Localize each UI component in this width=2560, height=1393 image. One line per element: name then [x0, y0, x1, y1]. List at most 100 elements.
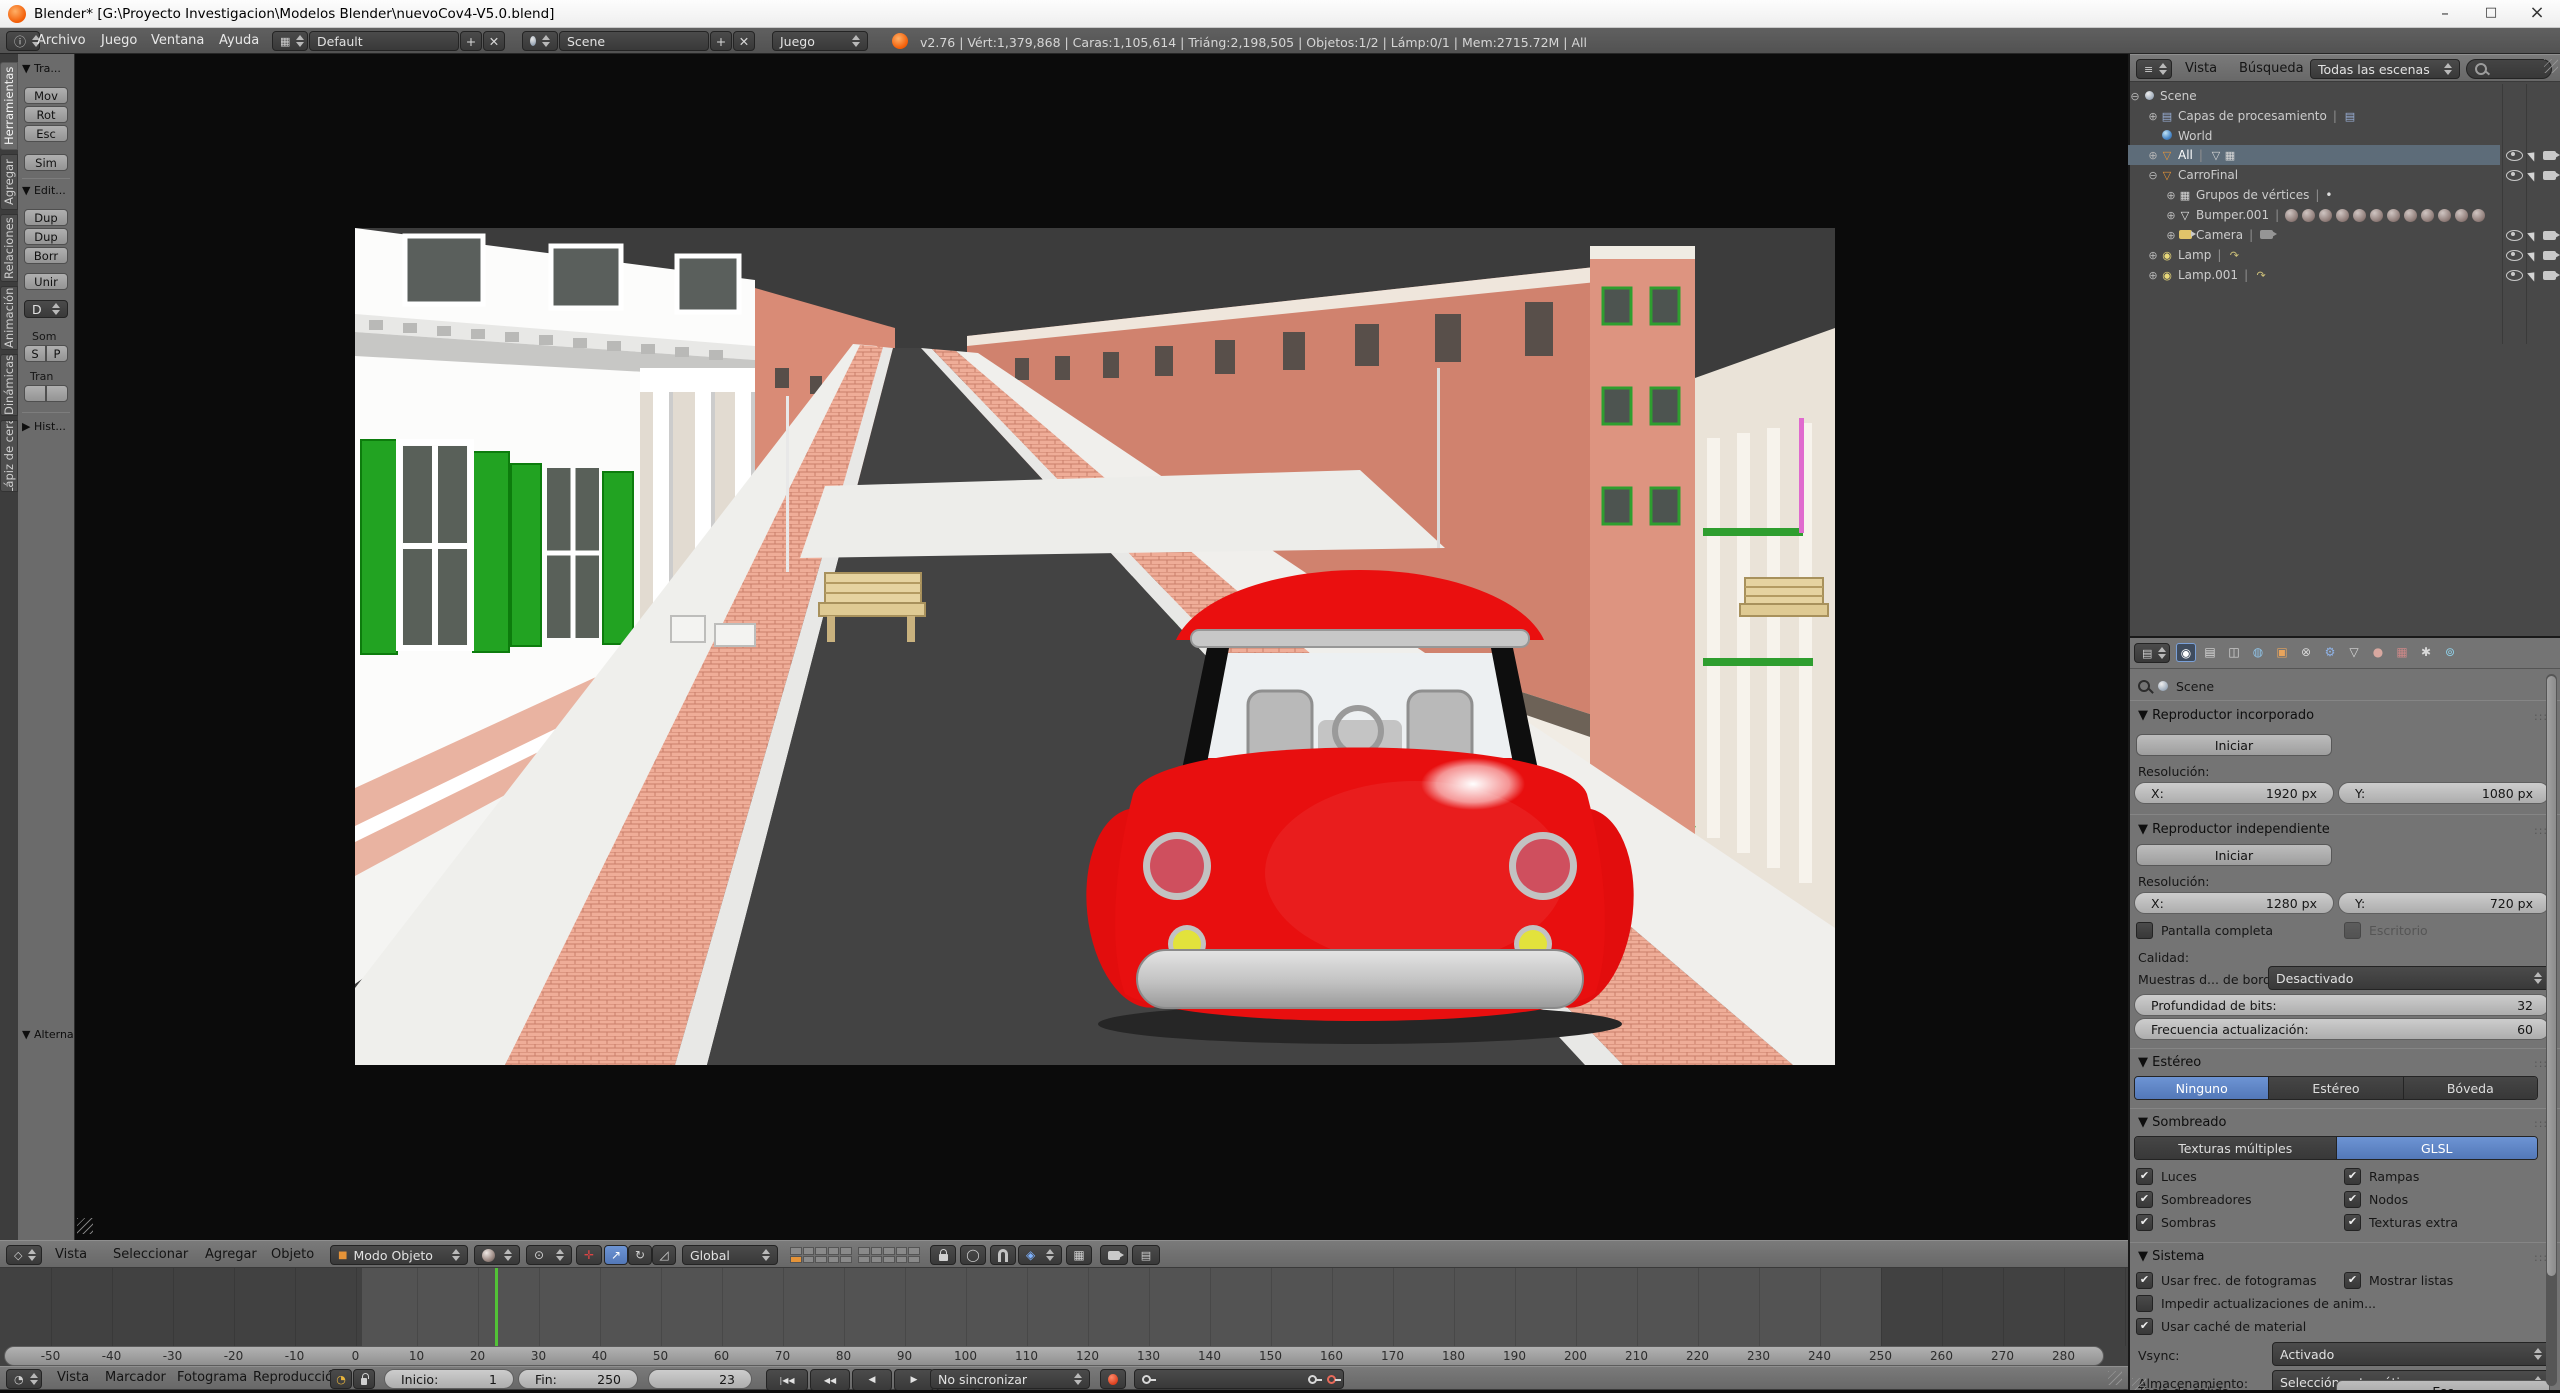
outliner-row-carrofinal[interactable]: ⊖ ▽ CarroFinal	[2128, 165, 2560, 185]
glsl-button[interactable]: GLSL	[2337, 1137, 2538, 1159]
outliner-row-lamp-001[interactable]: ⊕ ◉ Lamp.001 | ↷	[2128, 265, 2560, 285]
expander-icon[interactable]: ⊕	[2146, 110, 2160, 123]
play-button[interactable]: ▶	[894, 1369, 934, 1391]
frame-start-field[interactable]: Inicio:1	[384, 1369, 514, 1389]
camera-toggle-icon[interactable]	[2543, 151, 2556, 160]
outliner-filter-selector[interactable]: Todas las escenas	[2310, 59, 2460, 79]
menu-archivo[interactable]: Archivo	[28, 28, 95, 54]
editor-type-dropdown-3d[interactable]: ◇	[6, 1245, 42, 1265]
delete-button[interactable]: Borr	[24, 247, 68, 264]
editor-type-dropdown-outliner[interactable]: ≡	[2136, 59, 2172, 79]
viewport-scene[interactable]	[355, 228, 1835, 1065]
lock-to-scene-button[interactable]	[930, 1245, 956, 1265]
ramps-checkbox[interactable]: ✔ Rampas	[2344, 1168, 2419, 1185]
standalone-start-button[interactable]: Iniciar	[2136, 844, 2332, 866]
tab-relaciones[interactable]: Relaciones	[0, 214, 18, 282]
expander-icon[interactable]: ⊕	[2146, 249, 2160, 262]
opengl-render-button[interactable]	[1100, 1245, 1128, 1265]
eye-icon[interactable]	[2506, 170, 2523, 181]
duplicate-button[interactable]: Dup	[24, 209, 68, 226]
shade-smooth-button[interactable]: S	[24, 345, 46, 362]
outliner-row-scene[interactable]: ⊖ Scene	[2128, 86, 2560, 106]
scene-icon-button[interactable]	[522, 31, 558, 51]
refresh-rate-slider[interactable]: Frecuencia actualización:60	[2134, 1018, 2550, 1040]
layers-widget[interactable]	[790, 1247, 852, 1263]
bench-right[interactable]	[1740, 578, 1828, 616]
expander-icon[interactable]: ⊕	[2164, 209, 2178, 222]
current-frame-field[interactable]: 23	[648, 1369, 752, 1389]
rotate-manipulator-button[interactable]: ↻	[628, 1245, 652, 1265]
delete-keyframe-icon[interactable]	[1327, 1375, 1336, 1384]
panel-standalone-header[interactable]: ▼ Reproductor independiente	[2138, 822, 2330, 837]
stereo-dome-button[interactable]: Bóveda	[2404, 1077, 2537, 1099]
shading-selector[interactable]	[474, 1245, 520, 1265]
tab-animacion[interactable]: Animación	[0, 286, 18, 350]
pivot-selector[interactable]: ⊙	[526, 1245, 572, 1265]
lamp-post-right[interactable]	[1437, 368, 1440, 548]
scene-close-button[interactable]: ✕	[733, 31, 755, 51]
editor-type-dropdown-timeline[interactable]: ◔	[6, 1369, 42, 1389]
jump-start-button[interactable]: |◀◀	[766, 1369, 808, 1391]
rotate-button[interactable]: Rot	[24, 106, 68, 123]
close-button[interactable]: ×	[2514, 0, 2560, 28]
cursor-icon[interactable]	[2527, 229, 2539, 241]
prev-keyframe-button[interactable]: ◀◀	[810, 1369, 850, 1391]
panel-system-header[interactable]: ▼ Sistema	[2138, 1249, 2205, 1264]
cursor-icon[interactable]	[2527, 149, 2539, 161]
join-button[interactable]: Unir	[24, 273, 68, 290]
nodes-checkbox[interactable]: ✔ Nodos	[2344, 1191, 2408, 1208]
timeline-canvas[interactable]	[0, 1268, 2128, 1346]
timeline-ruler[interactable]: -50-40-30-20-100102030405060708090100110…	[0, 1346, 2128, 1366]
mode-selector[interactable]: ■ Modo Objeto	[330, 1245, 468, 1265]
origin-dropdown[interactable]: D	[24, 300, 68, 318]
fullscreen-checkbox[interactable]: Pantalla completa	[2136, 922, 2273, 939]
snap-grid-button[interactable]: ▦	[1066, 1245, 1092, 1265]
stereo-none-button[interactable]: Ninguno	[2135, 1077, 2269, 1099]
camera-toggle-icon[interactable]	[2543, 271, 2556, 280]
menu-ayuda[interactable]: Ayuda	[210, 28, 268, 54]
embedded-res-x[interactable]: X:1920 px	[2134, 782, 2334, 804]
panel-alterna-header[interactable]: ▼ Alterna	[22, 1028, 74, 1041]
panel-shading-header[interactable]: ▼ Sombreado	[2138, 1115, 2227, 1130]
proportional-edit-button[interactable]: ◯	[960, 1245, 986, 1265]
multitexture-button[interactable]: Texturas múltiples	[2135, 1137, 2337, 1159]
insert-keyframe-icon[interactable]	[1308, 1375, 1317, 1384]
desktop-checkbox[interactable]: Escritorio	[2344, 922, 2428, 939]
eye-icon[interactable]	[2506, 150, 2523, 161]
embedded-res-y[interactable]: Y:1080 px	[2338, 782, 2550, 804]
expander-icon[interactable]: ⊖	[2128, 90, 2142, 103]
lamp-post-left[interactable]	[786, 396, 789, 572]
outliner-row-vertex-groups[interactable]: ⊕ ▦ Grupos de vértices | •	[2128, 185, 2560, 205]
manipulator-toggle[interactable]: ✛	[576, 1245, 602, 1265]
outliner-row-all[interactable]: ⊕ ▽ All | ▽ ▦	[2128, 145, 2500, 165]
tab-physics[interactable]: ⊚	[2440, 643, 2460, 662]
menu-juego[interactable]: Juego	[92, 28, 146, 54]
preview-range-button[interactable]: ◔	[330, 1369, 352, 1389]
shadows-checkbox[interactable]: ✔ Sombras	[2136, 1214, 2216, 1231]
pin-icon[interactable]	[2138, 680, 2150, 692]
embedded-start-button[interactable]: Iniciar	[2136, 734, 2332, 756]
record-button[interactable]	[1100, 1369, 1126, 1389]
tab-render-layers[interactable]: ▤	[2200, 643, 2220, 662]
outliner-row-camera[interactable]: ⊕ Camera |	[2128, 225, 2560, 245]
tab-constraints[interactable]: ⊗	[2296, 643, 2316, 662]
editor-type-dropdown-properties[interactable]: ▤	[2134, 643, 2170, 663]
tab-dinamicas[interactable]: Dinámicas	[0, 354, 18, 416]
use-framerate-checkbox[interactable]: ✔ Usar frec. de fotogramas	[2136, 1272, 2317, 1289]
frame-end-field[interactable]: Fin:250	[518, 1369, 638, 1389]
tab-modifiers[interactable]: ⚙	[2320, 643, 2340, 662]
menu-marcador[interactable]: Marcador	[96, 1366, 175, 1390]
tab-world[interactable]: ◍	[2248, 643, 2268, 662]
menu-vista-3d[interactable]: Vista	[46, 1242, 96, 1268]
cursor-icon[interactable]	[2527, 169, 2539, 181]
viewport-3d[interactable]	[75, 54, 2128, 1240]
outliner-row-render-layers[interactable]: ⊕ ▤ Capas de procesamiento | ▤	[2128, 106, 2560, 126]
menu-objeto[interactable]: Objeto	[262, 1242, 323, 1268]
menu-agregar-3d[interactable]: Agregar	[196, 1242, 266, 1268]
minimize-button[interactable]: –	[2422, 0, 2468, 28]
shaders-checkbox[interactable]: ✔ Sombreadores	[2136, 1191, 2252, 1208]
outliner-search-input[interactable]	[2466, 59, 2552, 79]
outliner-row-world[interactable]: World	[2128, 126, 2560, 146]
standalone-res-x[interactable]: X:1280 px	[2134, 892, 2334, 914]
snap-element-selector[interactable]: ◈	[1018, 1245, 1062, 1265]
